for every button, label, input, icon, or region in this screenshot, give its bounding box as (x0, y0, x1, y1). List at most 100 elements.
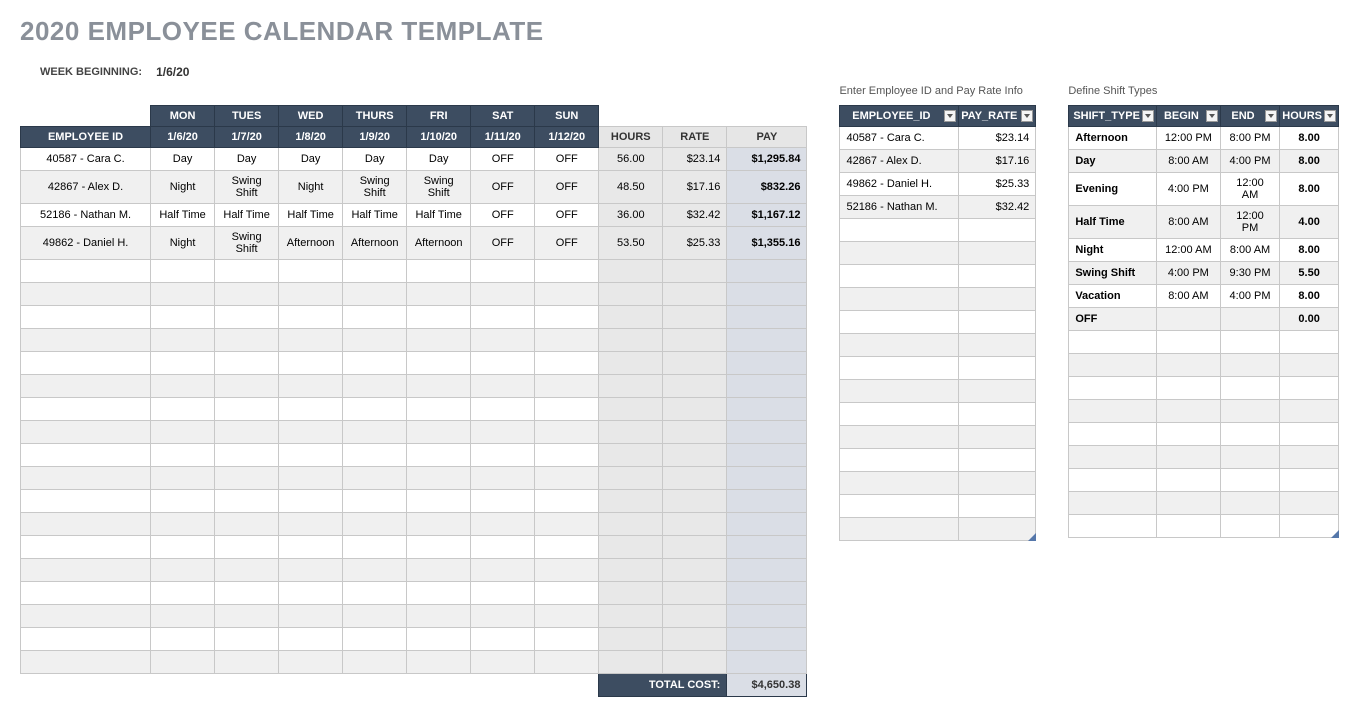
shift-cell[interactable] (407, 283, 471, 306)
shift-cell[interactable] (279, 352, 343, 375)
shift-cell[interactable] (343, 375, 407, 398)
shift-cell[interactable]: Day (215, 148, 279, 171)
shift-begin-cell[interactable] (1156, 492, 1220, 515)
shift-cell[interactable] (215, 490, 279, 513)
employee-cell[interactable] (21, 605, 151, 628)
shift-cell[interactable] (407, 329, 471, 352)
shift-cell[interactable] (151, 329, 215, 352)
shift-cell[interactable] (535, 490, 599, 513)
shift-cell[interactable] (471, 490, 535, 513)
shift-cell[interactable]: Swing Shift (215, 171, 279, 204)
shift-cell[interactable] (343, 421, 407, 444)
shift-begin-cell[interactable] (1156, 400, 1220, 423)
shift-begin-cell[interactable] (1156, 354, 1220, 377)
shift-cell[interactable] (471, 260, 535, 283)
shift-cell[interactable] (535, 306, 599, 329)
employee-cell[interactable] (21, 490, 151, 513)
shift-cell[interactable] (535, 605, 599, 628)
shift-cell[interactable] (535, 352, 599, 375)
shift-hours-cell[interactable] (1280, 331, 1339, 354)
shift-cell[interactable]: Night (151, 227, 215, 260)
shift-begin-cell[interactable] (1156, 308, 1220, 331)
shift-cell[interactable] (343, 329, 407, 352)
shift-cell[interactable] (535, 467, 599, 490)
shift-hours-cell[interactable] (1280, 377, 1339, 400)
table-resize-handle-icon[interactable] (1028, 533, 1036, 541)
shift-cell[interactable] (215, 559, 279, 582)
shift-cell[interactable]: OFF (535, 148, 599, 171)
shift-cell[interactable] (279, 582, 343, 605)
shift-name-cell[interactable] (1069, 469, 1157, 492)
shift-cell[interactable] (535, 651, 599, 674)
shift-cell[interactable]: OFF (535, 204, 599, 227)
shift-cell[interactable] (535, 536, 599, 559)
shift-cell[interactable] (279, 260, 343, 283)
shift-cell[interactable] (407, 490, 471, 513)
shift-name-cell[interactable] (1069, 400, 1157, 423)
shift-cell[interactable] (151, 444, 215, 467)
shift-cell[interactable] (151, 352, 215, 375)
shift-cell[interactable]: OFF (471, 204, 535, 227)
shift-header[interactable]: BEGIN (1156, 106, 1220, 127)
emp-id-cell[interactable]: 49862 - Daniel H. (840, 173, 959, 196)
pay-rate-cell[interactable] (959, 472, 1036, 495)
shift-name-cell[interactable] (1069, 354, 1157, 377)
shift-cell[interactable]: Swing Shift (215, 227, 279, 260)
shift-end-cell[interactable] (1220, 515, 1279, 538)
shift-hours-cell[interactable] (1280, 492, 1339, 515)
shift-cell[interactable] (151, 559, 215, 582)
shift-end-cell[interactable]: 12:00 AM (1220, 173, 1279, 206)
shift-cell[interactable] (407, 536, 471, 559)
shift-cell[interactable]: OFF (535, 171, 599, 204)
employee-cell[interactable]: 49862 - Daniel H. (21, 227, 151, 260)
shift-cell[interactable] (279, 421, 343, 444)
shift-cell[interactable] (407, 513, 471, 536)
shift-cell[interactable]: Day (279, 148, 343, 171)
shift-cell[interactable] (535, 421, 599, 444)
shift-cell[interactable] (471, 628, 535, 651)
employee-cell[interactable] (21, 444, 151, 467)
emp-rate-header[interactable]: PAY_RATE (959, 106, 1036, 127)
shift-cell[interactable]: Afternoon (407, 227, 471, 260)
shift-cell[interactable] (343, 467, 407, 490)
shift-begin-cell[interactable]: 8:00 AM (1156, 206, 1220, 239)
pay-rate-cell[interactable]: $23.14 (959, 127, 1036, 150)
emp-rate-header[interactable]: EMPLOYEE_ID (840, 106, 959, 127)
shift-hours-cell[interactable] (1280, 446, 1339, 469)
employee-cell[interactable] (21, 283, 151, 306)
shift-cell[interactable] (471, 421, 535, 444)
shift-cell[interactable] (151, 421, 215, 444)
emp-id-cell[interactable] (840, 219, 959, 242)
shift-cell[interactable] (151, 306, 215, 329)
shift-cell[interactable] (471, 536, 535, 559)
shift-cell[interactable] (343, 628, 407, 651)
shift-cell[interactable] (535, 628, 599, 651)
employee-cell[interactable] (21, 260, 151, 283)
shift-cell[interactable] (151, 536, 215, 559)
week-beginning-date[interactable]: 1/6/20 (156, 65, 189, 79)
shift-name-cell[interactable] (1069, 515, 1157, 538)
shift-end-cell[interactable]: 12:00 PM (1220, 206, 1279, 239)
shift-cell[interactable] (407, 467, 471, 490)
shift-hours-cell[interactable] (1280, 400, 1339, 423)
shift-begin-cell[interactable] (1156, 469, 1220, 492)
shift-end-cell[interactable] (1220, 469, 1279, 492)
emp-id-cell[interactable] (840, 288, 959, 311)
shift-begin-cell[interactable]: 4:00 PM (1156, 262, 1220, 285)
shift-hours-cell[interactable]: 8.00 (1280, 173, 1339, 206)
shift-cell[interactable] (343, 306, 407, 329)
shift-end-cell[interactable]: 4:00 PM (1220, 285, 1279, 308)
shift-cell[interactable] (279, 283, 343, 306)
filter-dropdown-icon[interactable] (1324, 110, 1336, 122)
emp-id-cell[interactable] (840, 472, 959, 495)
shift-end-cell[interactable]: 9:30 PM (1220, 262, 1279, 285)
pay-rate-cell[interactable]: $17.16 (959, 150, 1036, 173)
shift-cell[interactable] (471, 398, 535, 421)
shift-hours-cell[interactable]: 8.00 (1280, 239, 1339, 262)
shift-cell[interactable] (279, 536, 343, 559)
shift-hours-cell[interactable]: 5.50 (1280, 262, 1339, 285)
shift-cell[interactable] (343, 651, 407, 674)
shift-cell[interactable] (279, 513, 343, 536)
shift-hours-cell[interactable]: 8.00 (1280, 150, 1339, 173)
shift-cell[interactable] (407, 582, 471, 605)
